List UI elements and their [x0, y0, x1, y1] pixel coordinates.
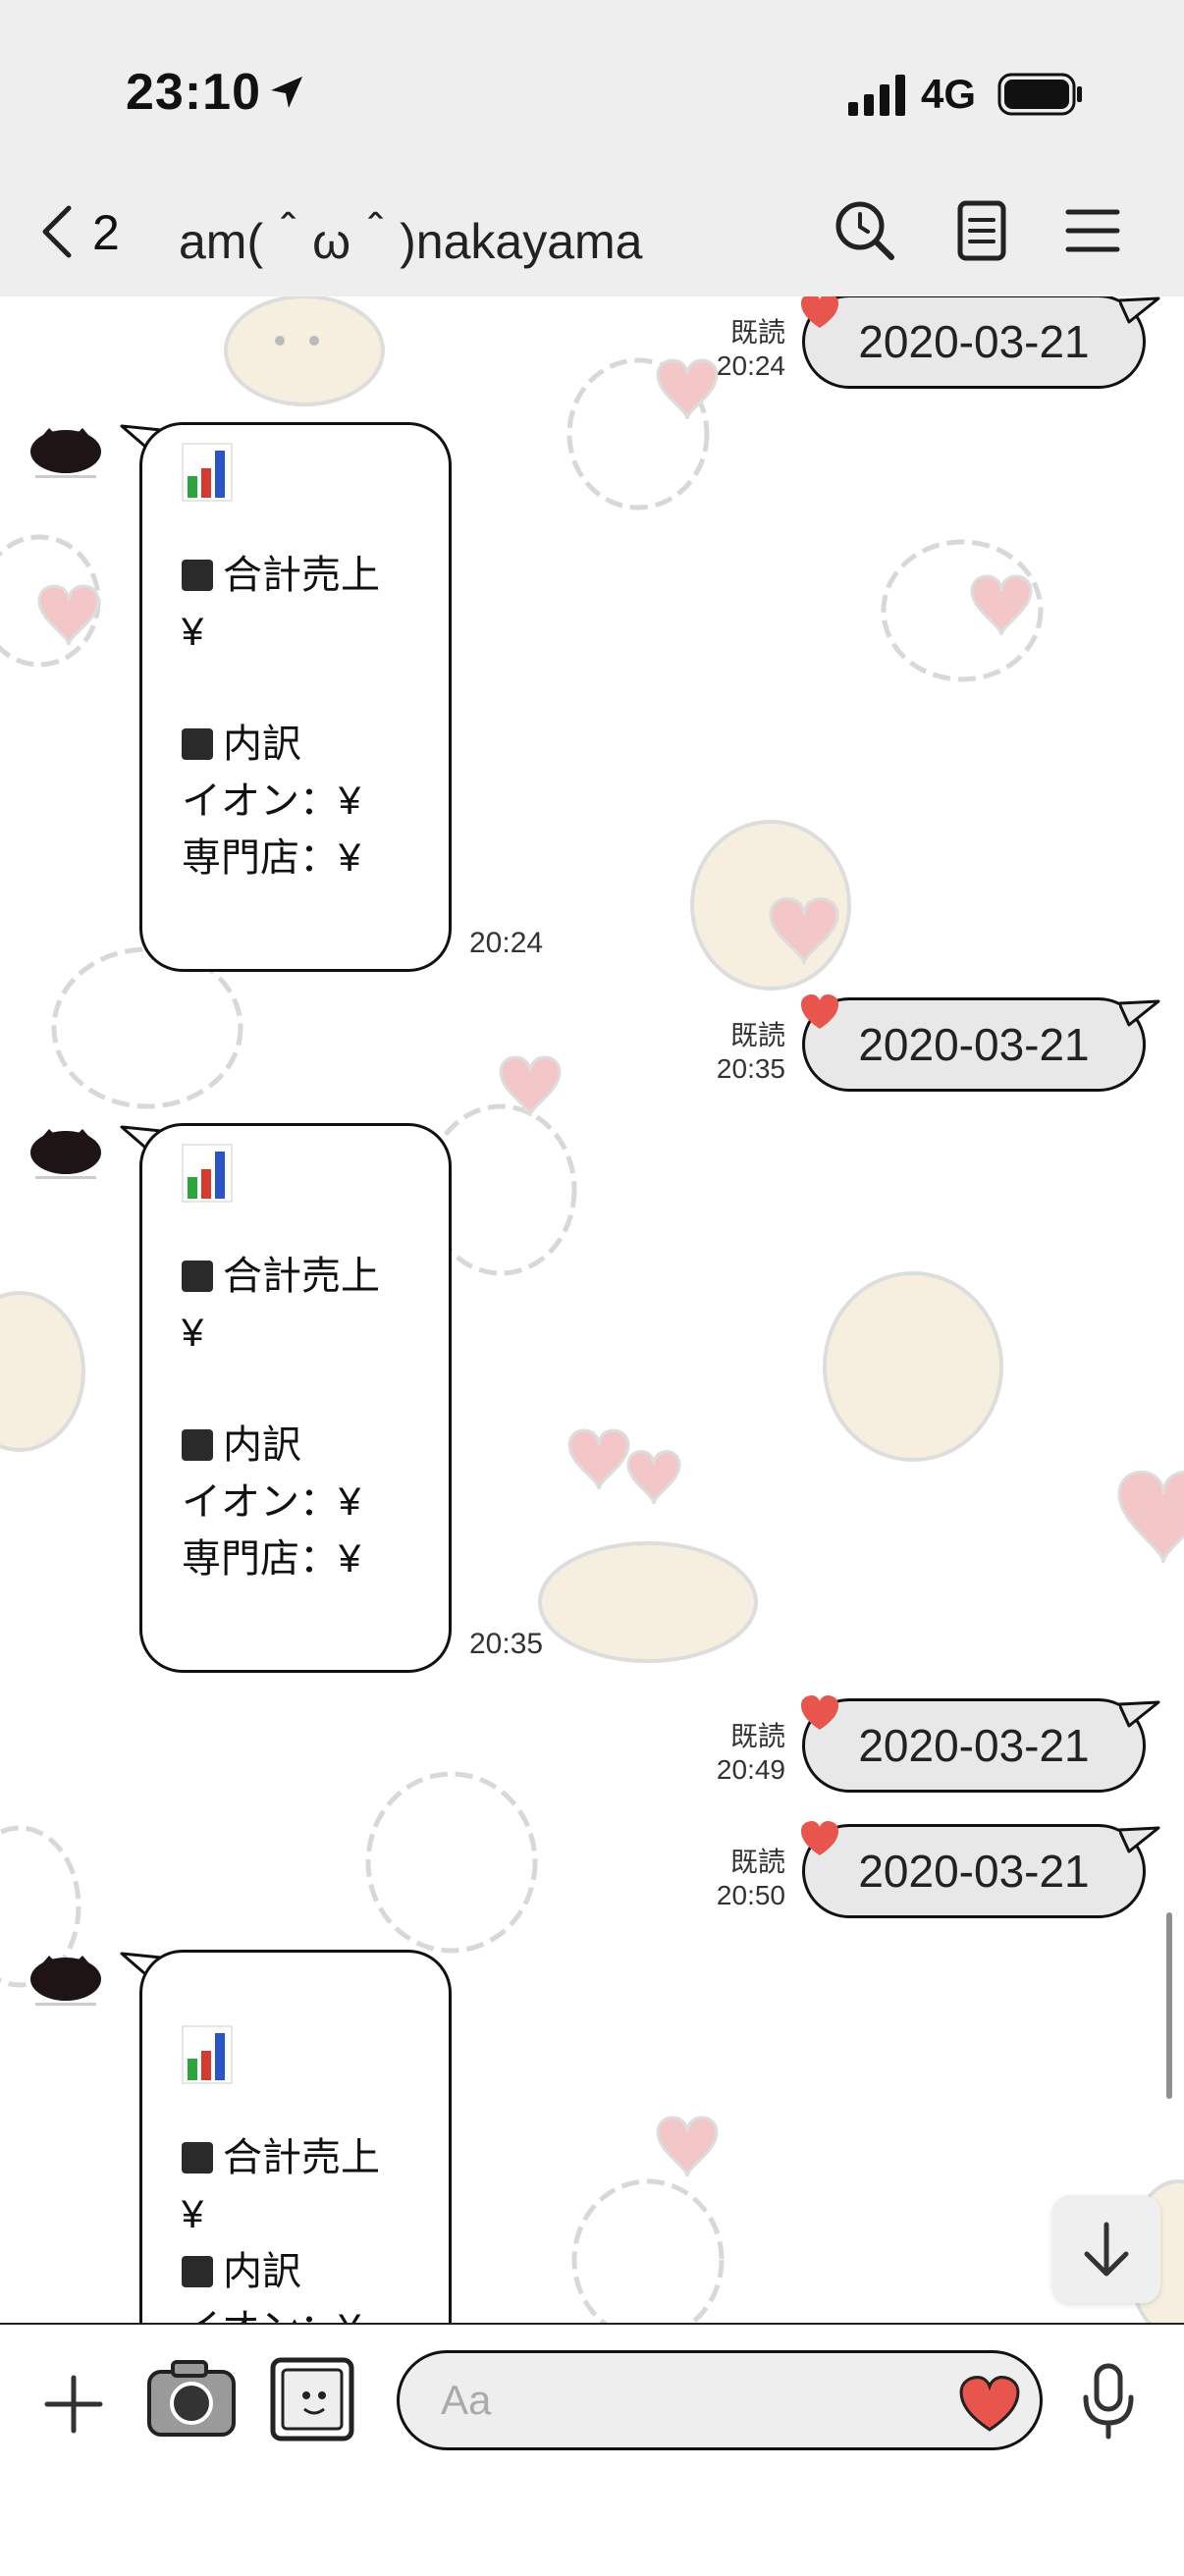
input-placeholder: Aa: [441, 2377, 492, 2423]
wallpaper-bear-doodle: [690, 820, 851, 991]
wallpaper-dog-doodle: [365, 1771, 538, 1954]
message-text: 2020-03-21: [858, 1019, 1090, 1070]
wallpaper-bear-doodle: [0, 1291, 85, 1452]
read-receipt: 既読: [729, 1721, 785, 1751]
wallpaper-dog-doodle: [571, 2116, 725, 2325]
message-time: 20:49: [716, 1754, 785, 1785]
square-bullet-icon: [182, 2256, 213, 2287]
bubble-tail: [1119, 1700, 1160, 1728]
wallpaper-bear-balloons-doodle: [538, 1428, 758, 1663]
message-meta: 既読 20:24: [668, 316, 785, 383]
avatar[interactable]: [27, 424, 104, 489]
bar-chart-icon: [182, 1144, 233, 1203]
avatar[interactable]: [27, 1125, 104, 1190]
plus-icon[interactable]: [39, 2370, 108, 2439]
bar-chart-icon: [182, 443, 233, 502]
heart-icon[interactable]: [958, 2376, 1021, 2433]
message-text: 2020-03-21: [858, 316, 1090, 367]
message-meta: 既読 20:50: [668, 1846, 785, 1912]
notes-icon[interactable]: [947, 196, 1016, 265]
outgoing-message-bubble[interactable]: 2020-03-21: [802, 296, 1146, 389]
message-time: 20:35: [716, 1053, 785, 1084]
location-arrow-icon: [271, 77, 302, 108]
outgoing-message-bubble[interactable]: 2020-03-21: [802, 1824, 1146, 1918]
unread-count: 2: [92, 205, 120, 260]
chat-message-list[interactable]: 既読 20:24 2020-03-21 合計売上 ¥ 内訳 イオン：¥ 専門店：…: [0, 296, 1184, 2325]
microphone-icon[interactable]: [1074, 2362, 1143, 2442]
chat-title[interactable]: am(＾ω＾)nakayama: [179, 202, 643, 273]
incoming-message-bubble[interactable]: 合計売上 ¥ 内訳 イオン：¥ 専門店：¥: [139, 1123, 452, 1673]
message-time: 20:24: [469, 927, 544, 959]
read-receipt: 既読: [729, 1847, 785, 1877]
network-type: 4G: [921, 71, 977, 117]
battery-icon: [997, 73, 1082, 116]
bubble-tail: [1119, 1826, 1160, 1853]
scroll-to-bottom-button[interactable]: [1052, 2195, 1160, 2303]
message-time: 20:24: [716, 350, 785, 381]
outgoing-message-bubble[interactable]: 2020-03-21: [802, 1698, 1146, 1793]
message-time: 20:50: [716, 1880, 785, 1910]
message-meta: 既読 20:35: [668, 1019, 785, 1086]
square-bullet-icon: [182, 728, 213, 760]
cell-signal-icon: [848, 75, 905, 116]
square-bullet-icon: [182, 560, 213, 591]
bubble-tail: [1119, 296, 1160, 324]
clock-search-icon[interactable]: [831, 196, 899, 265]
bar-chart-icon: [182, 2025, 233, 2084]
wallpaper-bear-doodle: [224, 296, 385, 406]
wallpaper-bear-doodle: [823, 1271, 1003, 1462]
incoming-message-bubble[interactable]: 合計売上 ¥ 内訳 イオン：¥ 専門店：¥: [139, 422, 452, 972]
wallpaper-dog-doodle: [881, 539, 1044, 682]
arrow-down-icon: [1084, 2222, 1129, 2277]
avatar[interactable]: [27, 1952, 104, 2016]
back-button[interactable]: 2: [37, 196, 155, 265]
heart-reaction-icon: [801, 994, 838, 1029]
heart-reaction-icon: [801, 296, 838, 328]
chevron-left-icon: [42, 205, 72, 258]
camera-icon[interactable]: [145, 2356, 238, 2441]
message-input[interactable]: Aa: [397, 2350, 1043, 2450]
heart-reaction-icon: [801, 1821, 838, 1855]
message-meta: 既読 20:49: [668, 1720, 785, 1787]
wallpaper-dog-doodle: [0, 534, 101, 668]
message-text: 2020-03-21: [858, 1720, 1090, 1771]
square-bullet-icon: [182, 1429, 213, 1461]
bubble-tail: [1119, 999, 1160, 1027]
message-time: 20:35: [469, 1628, 544, 1660]
photo-icon[interactable]: [267, 2354, 357, 2444]
square-bullet-icon: [182, 1261, 213, 1292]
read-receipt: 既読: [729, 1020, 785, 1050]
square-bullet-icon: [182, 2142, 213, 2174]
message-text: 2020-03-21: [858, 1846, 1090, 1897]
hamburger-menu-icon[interactable]: [1058, 196, 1127, 265]
wallpaper-heart-doodle: [1117, 1471, 1184, 1564]
outgoing-message-bubble[interactable]: 2020-03-21: [802, 997, 1146, 1092]
incoming-message-bubble[interactable]: 合計売上 ¥ 内訳 イオン：¥: [139, 1950, 452, 2325]
chat-scrollbar[interactable]: [1166, 1912, 1172, 2099]
status-time: 23:10: [126, 64, 261, 121]
read-receipt: 既読: [729, 317, 785, 348]
heart-reaction-icon: [801, 1695, 838, 1730]
